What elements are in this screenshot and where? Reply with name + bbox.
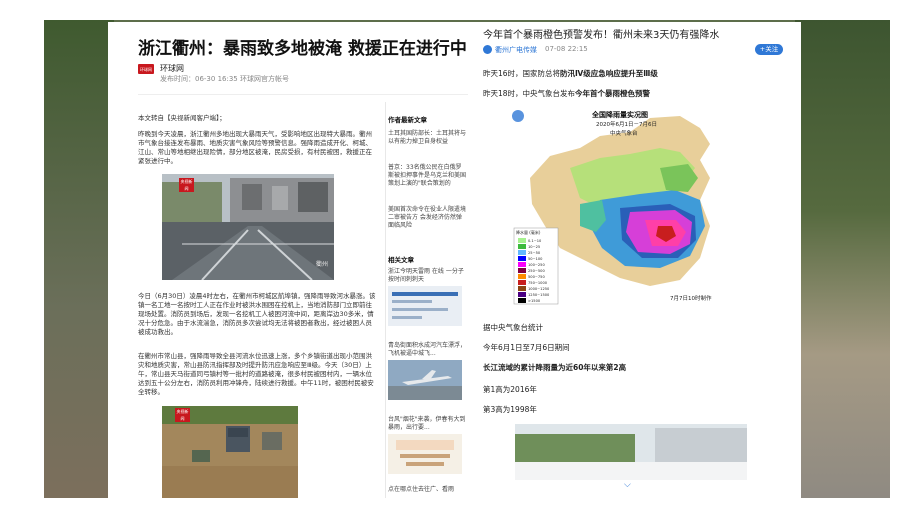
stats-intro: 据中央气象台统计 [483,323,543,332]
publish-meta: 发布时间：06-30 16:35 环球网官方帐号 [160,75,289,83]
recent-article-link[interactable]: 普京：33名俄公民在白俄罗斯被扣押事件是乌克兰和美国策划上演的"联合策划的 [388,164,466,188]
recent-article-link[interactable]: 土耳其国防部长：土耳其将与以有能力掉卫自身权益 [388,130,466,146]
article-intro: 本文转自【央视新闻客户端】； [138,114,226,122]
article-title: 今年首个暴雨橙色预警发布！衢州未来3天仍有强降水 [483,30,720,41]
source-avatar[interactable] [483,45,492,54]
related-thumbnail-plane[interactable] [388,360,462,400]
left-article-panel: 浙江衢州：暴雨致多地被淹 救援正在进行中 环球网 环球网 发布时间：06-30 … [108,22,475,498]
stats-highlight: 长江流域的累计降雨量为近60年以来第2高 [483,363,627,372]
paragraph-line-2: 昨天18时，中央气象台发布今年首个暴雨橙色预警 [483,89,651,98]
scene-photo [515,424,747,480]
publish-time: 07-08 22:15 [545,45,588,53]
related-article-link[interactable]: 浙江今明天雷雨 在线 一分子按时间刺刺天 [388,268,466,284]
stats-period: 今年6月1日至7月6日期间 [483,343,570,352]
right-article-panel: 今年首个暴雨橙色预警发布！衢州未来3天仍有强降水 衢州广电传媒 07-08 22… [475,22,801,498]
photo-watermark: 衢州 [315,261,328,268]
divider [138,94,468,95]
article-paragraph-1: 昨晚到今天凌晨，浙江衢州多地出现大暴雨天气，受影响地区出现特大暴雨。衢州市气象台… [138,130,372,165]
related-thumbnail[interactable] [388,286,462,326]
follow-button[interactable]: +关注 [755,44,783,55]
paragraph-line-1: 昨天16时，国家防总将防汛Ⅳ级应急响应提升至Ⅲ级 [483,69,658,78]
stats-third: 第3高为1998年 [483,405,537,414]
source-name[interactable]: 环球网 [160,63,184,74]
cctv-badge: 央视新闻 [179,178,194,192]
map-footer: 7月7日10时制作 [670,296,712,302]
rainfall-map: 全国降雨量实况图 2020年6月1日－7月6日 中央气象台 降水量 (毫米) 0… [510,108,740,308]
related-article-link[interactable]: 青岛街面积水成河汽车漂浮，飞机被逼中城飞... [388,342,466,358]
flood-street-photo: 央视新闻 衢州 [162,174,334,280]
related-article-link[interactable]: 点在哪点住去往广、看雨 [388,486,466,494]
related-article-link[interactable]: 台风"烟花"来袭，伊春有大到暴雨，出行要... [388,416,466,432]
stats-first: 第1高为2016年 [483,385,537,394]
map-org: 中央气象台 [610,131,638,137]
map-legend: 0.1~10 10~25 25~50 50~100 100~250 250~50… [528,239,550,303]
map-title: 全国降雨量实况图 [592,111,648,119]
flooded-village-photo: 央视新闻 [162,406,298,498]
recent-article-link[interactable]: 美国首次命令在役业人限遣境二审被告方 会发经济仿然弹面临风险 [388,206,466,230]
source-name[interactable]: 衢州广电传媒 [495,45,537,55]
expand-chevron-icon[interactable]: ⌵ [624,480,631,490]
source-logo[interactable]: 环球网 [138,64,154,74]
article-paragraph-2: 今日（6月30日）凌晨4时左右，在衢州市柯城区航埠镇，强降雨导致河水暴涨。该镇一… [138,292,376,336]
article-paragraph-3: 在衢州市常山县，强降雨导致全县河流水位迅速上涨，多个乡镇街道出现小范围洪灾和地质… [138,352,374,396]
article-title: 浙江衢州：暴雨致多地被淹 救援正在进行中 [138,39,467,59]
map-legend-title: 降水量 (毫米) [516,230,541,235]
related-articles-heading: 相关文章 [388,256,414,264]
sidebar-separator [385,102,386,498]
map-subtitle: 2020年6月1日－7月6日 [596,122,657,128]
cctv-badge: 央视新闻 [175,408,190,422]
related-thumbnail-typhoon[interactable] [388,434,462,474]
recent-articles-heading: 作者最新文章 [388,116,427,124]
